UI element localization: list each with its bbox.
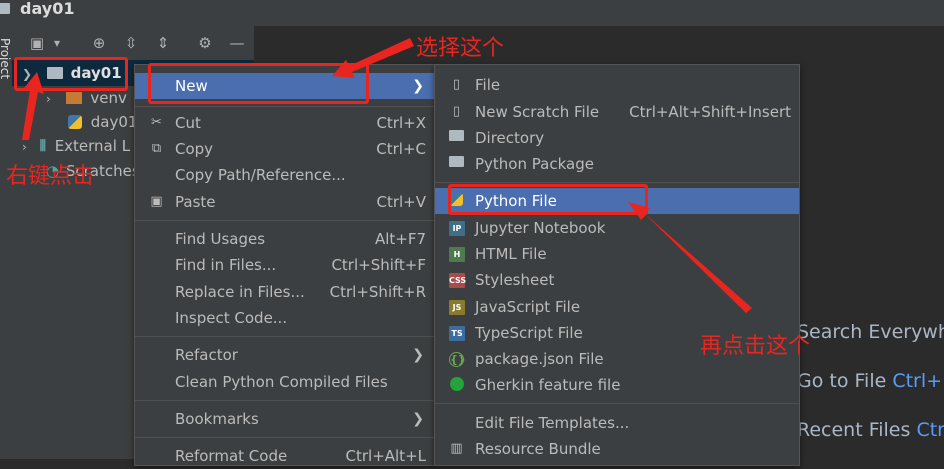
annotation-right-click: 右键点击 (6, 164, 95, 189)
annotation-select-this: 选择这个 (416, 36, 505, 61)
arrow-to-python-file (628, 202, 752, 313)
annotation-arrows (22, 38, 752, 313)
arrow-to-new (332, 38, 414, 78)
arrow-to-root (22, 72, 44, 140)
annotation-click-again: 再点击这个 (700, 334, 811, 359)
